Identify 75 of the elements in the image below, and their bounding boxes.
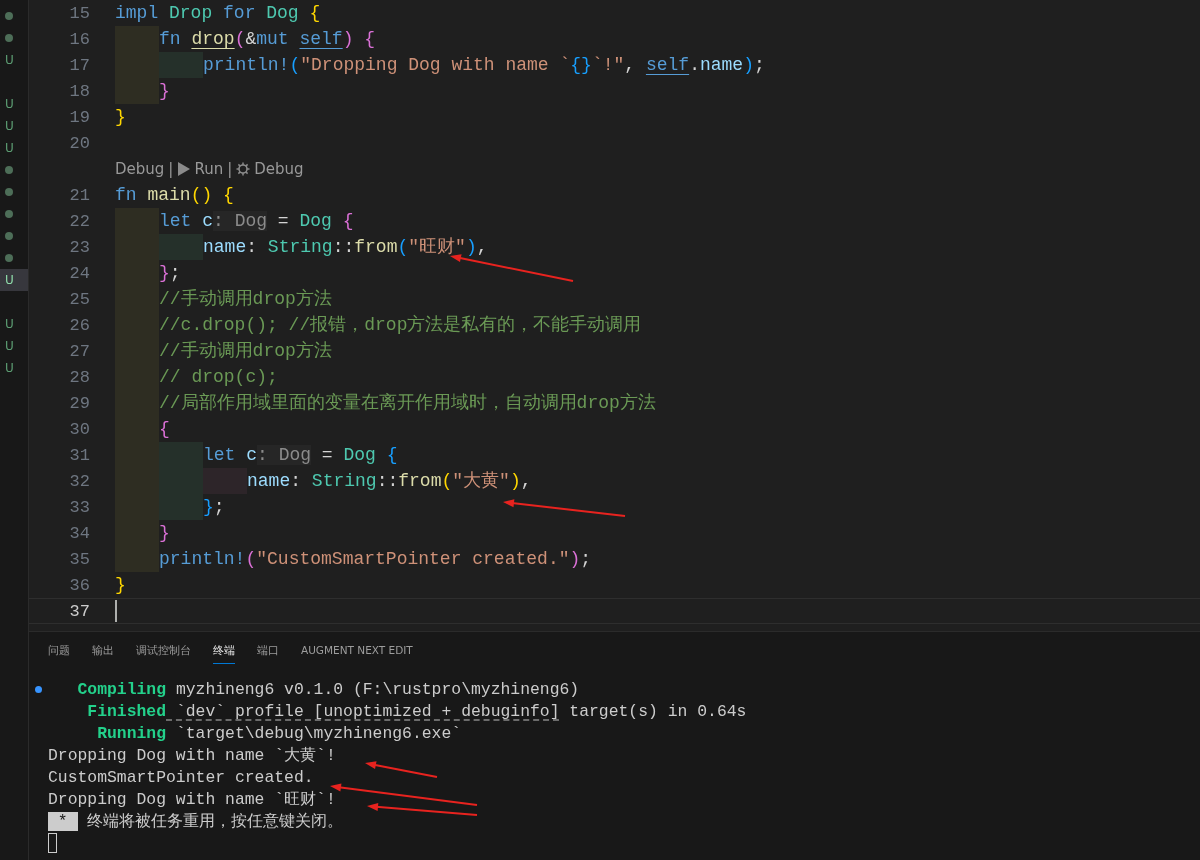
panel-tab[interactable]: 终端 (213, 644, 235, 664)
line-number: 28 (68, 367, 91, 387)
code-line: fn drop(&mut self) { (159, 28, 376, 51)
code-line: // drop(c); (159, 366, 278, 389)
line-number: 36 (68, 575, 91, 595)
code-line: } (115, 574, 126, 597)
line-number: 22 (68, 211, 91, 231)
line-number: 17 (68, 55, 91, 75)
untracked-marker: U (5, 119, 14, 133)
untracked-marker: U (5, 97, 14, 111)
panel-tab[interactable]: AUGMENT NEXT EDIT (301, 644, 413, 663)
line-number: 16 (68, 29, 91, 49)
line-number: 24 (68, 263, 91, 283)
terminal-line: Running `target\debug\myzhineng6.exe` (96, 723, 462, 743)
task-badge: * (48, 812, 78, 831)
untracked-marker: U (5, 317, 14, 331)
run-link[interactable]: Run (177, 160, 224, 178)
untracked-marker: U (5, 141, 14, 155)
debug-link[interactable]: Debug (115, 160, 165, 178)
code-line: //手动调用drop方法 (159, 288, 332, 311)
line-number: 37 (68, 601, 91, 621)
untracked-marker: U (5, 361, 14, 375)
code-line: let c: Dog = Dog { (159, 210, 354, 233)
line-number: 30 (68, 419, 91, 439)
code-line: name: String::from("大黄"), (247, 470, 532, 493)
line-number: 29 (68, 393, 91, 413)
terminal-line: Dropping Dog with name `大黄`! (48, 745, 336, 766)
terminal-text: 终端将被任务重用，按任意键关闭。 (86, 812, 344, 831)
line-number: 15 (68, 3, 91, 23)
code-line: //局部作用域里面的变量在离开作用域时，自动调用drop方法 (159, 392, 656, 415)
code-line: fn main() { (115, 184, 234, 207)
code-line: //手动调用drop方法 (159, 340, 332, 363)
panel-tab[interactable]: 调试控制台 (136, 644, 191, 663)
code-line: } (115, 106, 126, 129)
line-number: 25 (68, 289, 91, 309)
code-line: } (159, 522, 170, 545)
terminal-line: CustomSmartPointer created. (48, 767, 314, 787)
code-line: impl Drop for Dog { (115, 2, 321, 25)
text-cursor (115, 600, 117, 622)
terminal-line: Dropping Dog with name `旺财`! (48, 789, 336, 810)
line-number: 19 (68, 107, 91, 127)
line-number: 20 (68, 133, 91, 153)
separator-text: | (168, 160, 174, 178)
line-number: 32 (68, 471, 91, 491)
play-icon (177, 162, 191, 176)
code-line: println!("Dropping Dog with name `{}`!", self.name); (203, 54, 765, 77)
terminal-line: Finished `dev` profile [unoptimized + debuginfo] target(s) in 0.64s (86, 701, 747, 721)
line-number: 21 (68, 185, 91, 205)
terminal-line: Compiling myzhineng6 v0.1.0 (F:\rustpro\myzhineng6) (76, 679, 580, 699)
panel-tab[interactable]: 问题 (48, 644, 70, 663)
gear-icon (236, 162, 251, 176)
line-number: 34 (68, 523, 91, 543)
code-line: //c.drop(); //报错，drop方法是私有的，不能手动调用 (159, 314, 642, 337)
code-line: } (159, 80, 170, 103)
line-number: 18 (68, 81, 91, 101)
untracked-marker: U (5, 53, 14, 67)
panel-tab[interactable]: 端口 (257, 644, 279, 663)
line-number: 23 (68, 237, 91, 257)
separator-text: | (227, 160, 233, 178)
panel-tab[interactable]: 输出 (92, 644, 114, 663)
debug-link[interactable]: Debug (236, 160, 304, 178)
untracked-marker: U (5, 273, 14, 287)
untracked-marker: U (5, 339, 14, 353)
line-number: 31 (68, 445, 91, 465)
terminal-link[interactable]: `dev` profile [unoptimized + debuginfo] (166, 701, 560, 721)
code-line: }; (203, 496, 225, 519)
line-number: 26 (68, 315, 91, 335)
code-line: name: String::from("旺财"), (203, 236, 488, 259)
line-number: 35 (68, 549, 91, 569)
line-number: 27 (68, 341, 91, 361)
code-line: }; (159, 262, 181, 285)
code-line: let c: Dog = Dog { (203, 444, 398, 467)
line-number: 33 (68, 497, 91, 517)
code-line: { (159, 418, 170, 441)
code-line: println!("CustomSmartPointer created."); (159, 548, 592, 571)
